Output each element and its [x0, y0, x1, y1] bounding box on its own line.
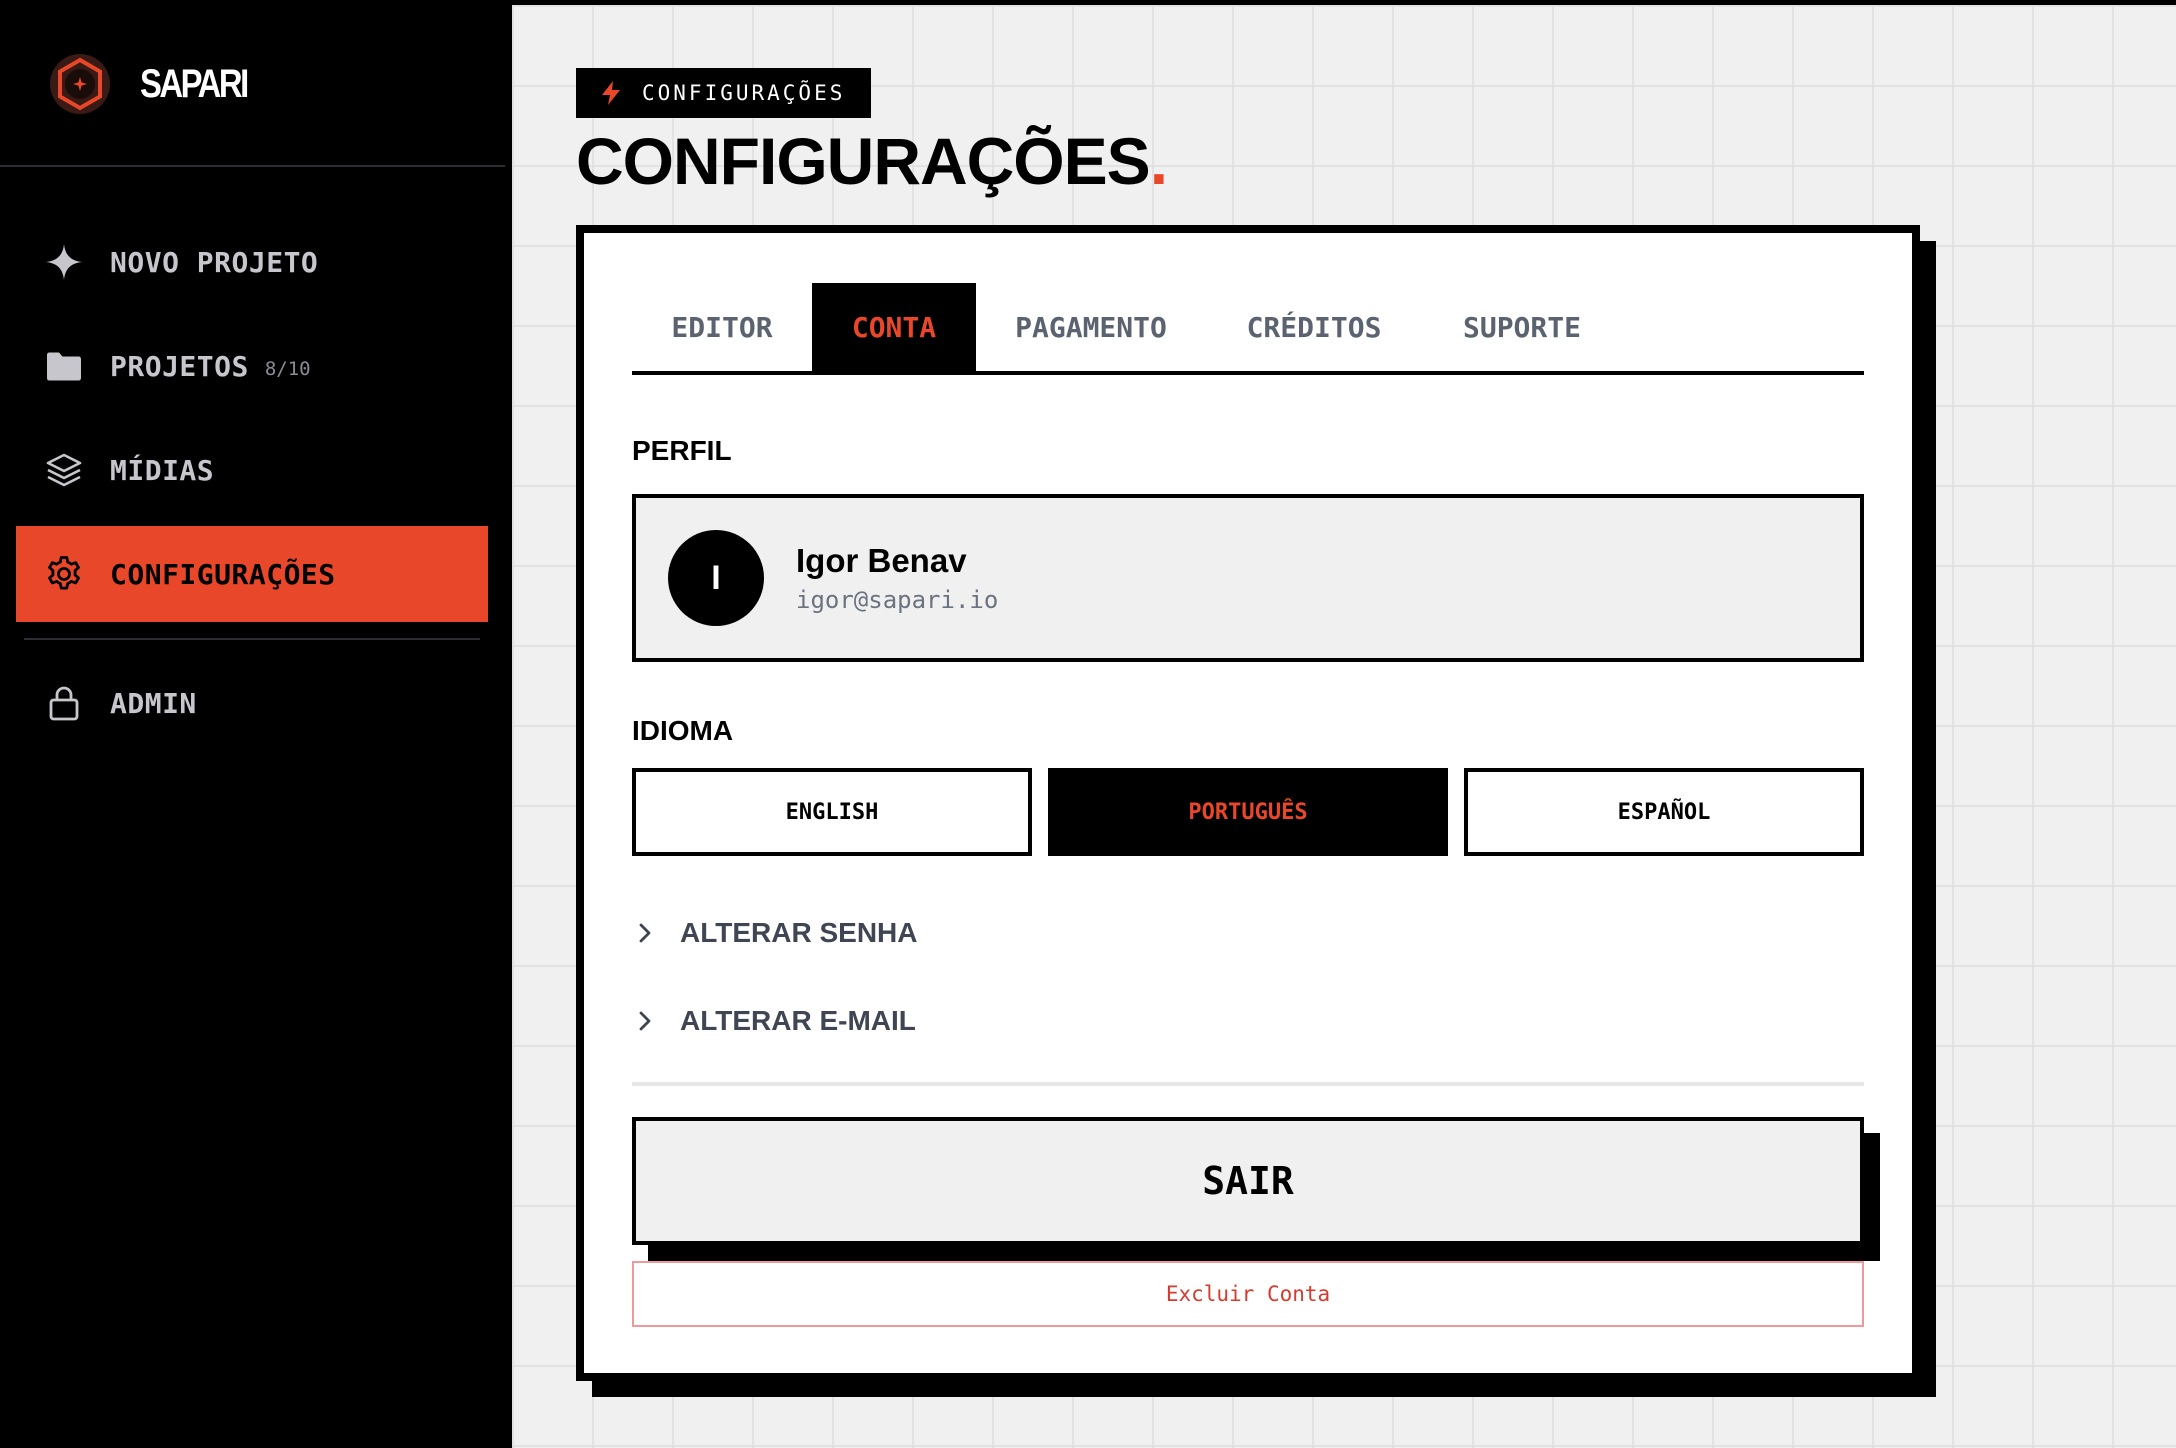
- change-password-label: ALTERAR SENHA: [680, 917, 918, 948]
- language-option-espanol[interactable]: ESPAÑOL: [1464, 768, 1864, 856]
- sidebar-item-admin[interactable]: ADMIN: [16, 655, 488, 751]
- avatar: I: [668, 530, 764, 626]
- profile-section-label: PERFIL: [632, 435, 732, 466]
- language-option-english[interactable]: ENGLISH: [632, 768, 1032, 856]
- sparkle-icon: [44, 242, 84, 282]
- main-content: CONFIGURAÇÕES CONFIGURAÇÕES. EDITOR CONT…: [512, 5, 2176, 1448]
- breadcrumb: CONFIGURAÇÕES: [576, 68, 872, 118]
- language-section-label: IDIOMA: [632, 715, 734, 746]
- folder-icon: [44, 346, 84, 386]
- layers-icon: [44, 450, 84, 490]
- brand[interactable]: SAPARI: [48, 52, 270, 116]
- sidebar-divider: [0, 165, 505, 167]
- projects-count: 8/10: [264, 358, 311, 380]
- sidebar-item-label: PROJETOS: [110, 349, 249, 383]
- logout-button[interactable]: SAIR: [632, 1117, 1864, 1245]
- sidebar-item-label: ADMIN: [110, 686, 197, 720]
- profile-email: igor@sapari.io: [796, 586, 999, 614]
- hexagon-star-logo: [50, 54, 110, 114]
- sidebar-item-label: NOVO PROJETO: [110, 245, 319, 279]
- sidebar-item-label: MÍDIAS: [110, 453, 215, 487]
- delete-account-button[interactable]: Excluir Conta: [632, 1261, 1864, 1327]
- lightning-icon: [602, 81, 620, 105]
- app: SAPARI NOVO PROJETO PROJETOS 8/10 MÍDIAS…: [0, 0, 2176, 1448]
- chevron-right-icon: [639, 1011, 651, 1031]
- breadcrumb-text: CONFIGURAÇÕES: [642, 81, 846, 105]
- page-title: CONFIGURAÇÕES.: [576, 123, 1168, 199]
- gear-icon: [44, 554, 84, 594]
- chevron-right-icon: [639, 923, 651, 943]
- tab-conta[interactable]: CONTA: [812, 283, 976, 371]
- tab-pagamento[interactable]: PAGAMENTO: [976, 283, 1206, 371]
- sidebar-item-midias[interactable]: MÍDIAS: [16, 422, 488, 518]
- change-email-label: ALTERAR E-MAIL: [680, 1005, 916, 1036]
- page-title-dot: .: [1149, 124, 1168, 198]
- sidebar-item-configuracoes[interactable]: CONFIGURAÇÕES: [16, 526, 488, 622]
- lock-icon: [44, 683, 84, 723]
- change-password-expander[interactable]: ALTERAR SENHA: [632, 909, 917, 957]
- page-title-text: CONFIGURAÇÕES: [576, 124, 1151, 198]
- brand-name: SAPARI: [140, 61, 249, 106]
- sidebar-item-projetos[interactable]: PROJETOS 8/10: [16, 318, 488, 414]
- profile-name: Igor Benav: [796, 542, 967, 579]
- sidebar-item-novo-projeto[interactable]: NOVO PROJETO: [16, 214, 488, 310]
- profile-card: I Igor Benav igor@sapari.io: [632, 494, 1864, 662]
- tab-editor[interactable]: EDITOR: [632, 283, 812, 371]
- tab-suporte[interactable]: SUPORTE: [1422, 283, 1622, 371]
- sidebar: SAPARI NOVO PROJETO PROJETOS 8/10 MÍDIAS…: [0, 0, 512, 1448]
- card-divider: [632, 1082, 1864, 1086]
- change-email-expander[interactable]: ALTERAR E-MAIL: [632, 997, 916, 1045]
- settings-card: EDITOR CONTA PAGAMENTO CRÉDITOS SUPORTE …: [576, 225, 1920, 1381]
- sidebar-divider: [24, 638, 480, 640]
- language-option-portugues[interactable]: PORTUGUÊS: [1048, 768, 1448, 856]
- sidebar-item-label: CONFIGURAÇÕES: [110, 557, 336, 591]
- settings-tabs: EDITOR CONTA PAGAMENTO CRÉDITOS SUPORTE: [632, 283, 1864, 375]
- tab-creditos[interactable]: CRÉDITOS: [1206, 283, 1422, 371]
